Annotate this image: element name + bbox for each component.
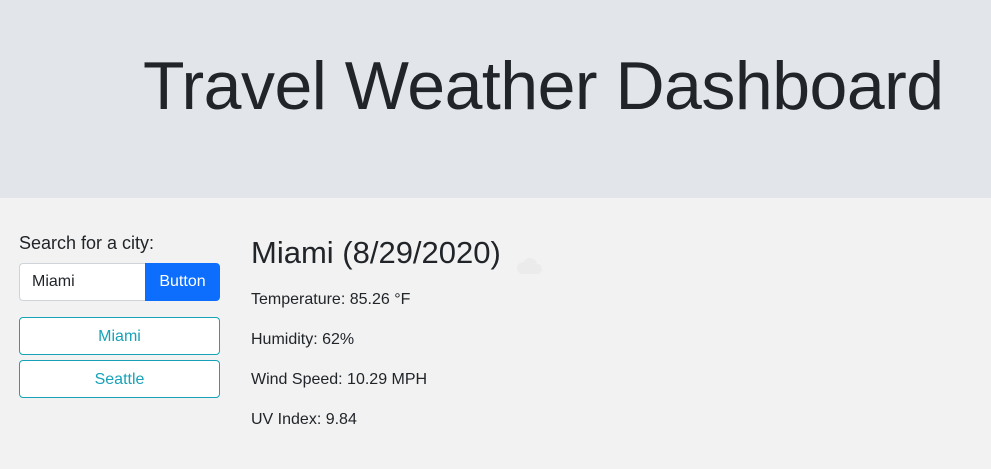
cloud-icon (511, 247, 545, 274)
wind-speed-text: Wind Speed: 10.29 MPH (251, 371, 428, 388)
search-label: Search for a city: (19, 233, 155, 253)
city-date-heading: Miami (8/29/2020) (251, 234, 951, 274)
page-header: Travel Weather Dashboard (0, 0, 991, 198)
history-item-seattle[interactable]: Seattle (19, 360, 220, 398)
search-history-list: Miami Seattle (19, 317, 220, 403)
humidity-text: Humidity: 62% (251, 331, 355, 348)
page-title: Travel Weather Dashboard (143, 48, 944, 124)
uv-index-text: UV Index: 9.84 (251, 411, 357, 428)
current-weather-panel: Miami (8/29/2020) Temperature: 85.26 °F … (251, 234, 951, 428)
search-button[interactable]: Button (145, 263, 220, 301)
city-date-text: Miami (8/29/2020) (251, 235, 501, 270)
main-content: Search for a city: Button Miami Seattle … (0, 198, 991, 469)
city-search-input[interactable] (19, 263, 145, 301)
temperature-text: Temperature: 85.26 °F (251, 291, 411, 308)
history-item-miami[interactable]: Miami (19, 317, 220, 355)
search-group: Button (19, 263, 220, 301)
